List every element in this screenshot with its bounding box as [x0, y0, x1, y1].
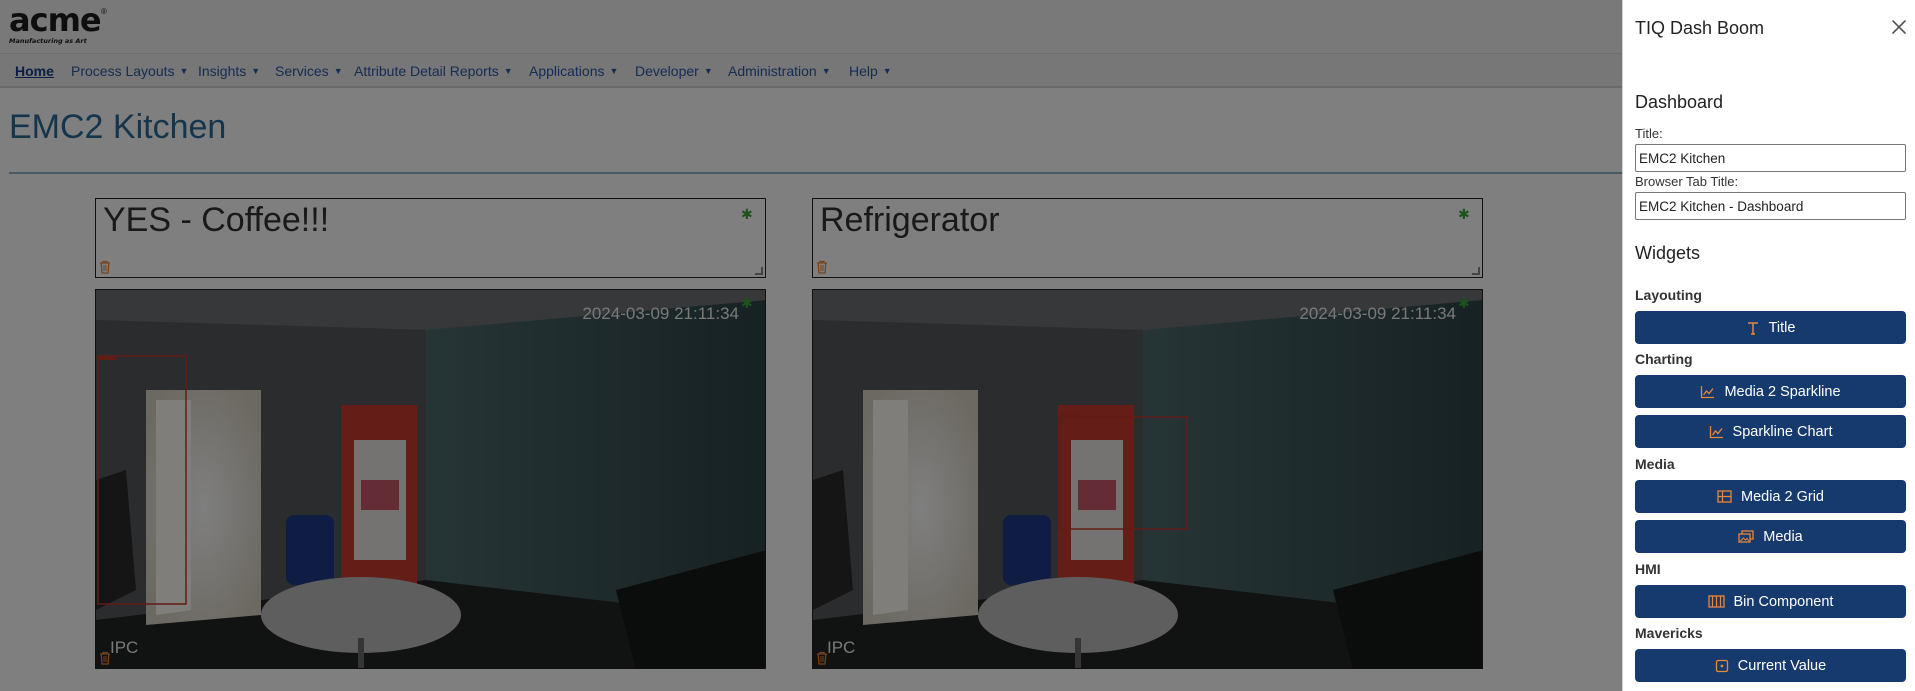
close-icon[interactable]: [1889, 17, 1909, 37]
group-label-mavericks: Mavericks: [1635, 625, 1703, 641]
button-label: Bin Component: [1733, 593, 1834, 610]
line-chart-icon: [1701, 385, 1715, 398]
button-label: Current Value: [1737, 657, 1827, 674]
group-label-media: Media: [1635, 456, 1675, 472]
text-type-icon: [1747, 321, 1758, 335]
button-label: Media 2 Sparkline: [1724, 383, 1841, 400]
value-box-icon: [1715, 659, 1728, 672]
grid-icon: [1717, 490, 1732, 503]
add-media-2-sparkline-button[interactable]: Media 2 Sparkline: [1635, 375, 1906, 408]
add-bin-component-button[interactable]: Bin Component: [1635, 585, 1906, 618]
browser-tab-title-label: Browser Tab Title:: [1635, 174, 1739, 189]
button-label: Title: [1768, 319, 1796, 336]
button-label: Sparkline Chart: [1732, 423, 1833, 440]
button-label: Media: [1763, 528, 1803, 545]
add-sparkline-chart-button[interactable]: Sparkline Chart: [1635, 415, 1906, 448]
widgets-section-heading: Widgets: [1635, 243, 1701, 263]
group-label-layouting: Layouting: [1635, 287, 1702, 303]
line-chart-icon: [1709, 425, 1723, 438]
button-label: Media 2 Grid: [1740, 488, 1824, 505]
title-field[interactable]: [1635, 144, 1906, 172]
app: acme Manufacturing as Art ® Home Process…: [0, 0, 1915, 691]
bin-icon: [1707, 595, 1725, 608]
dashboard-section-heading: Dashboard: [1635, 92, 1724, 112]
add-current-value-button[interactable]: Current Value: [1635, 649, 1906, 682]
title-field-label: Title:: [1635, 126, 1663, 141]
group-label-hmi: HMI: [1635, 561, 1661, 577]
browser-tab-title-field[interactable]: [1635, 192, 1906, 220]
add-media-2-grid-button[interactable]: Media 2 Grid: [1635, 480, 1906, 513]
modal-backdrop[interactable]: [0, 0, 1622, 691]
dash-boom-panel: TIQ Dash Boom Dashboard Title: Browser T…: [1622, 0, 1915, 691]
add-title-widget-button[interactable]: Title: [1635, 311, 1906, 344]
panel-title: TIQ Dash Boom: [1635, 18, 1765, 38]
group-label-charting: Charting: [1635, 351, 1693, 367]
images-icon: [1738, 529, 1754, 543]
add-media-button[interactable]: Media: [1635, 520, 1906, 553]
